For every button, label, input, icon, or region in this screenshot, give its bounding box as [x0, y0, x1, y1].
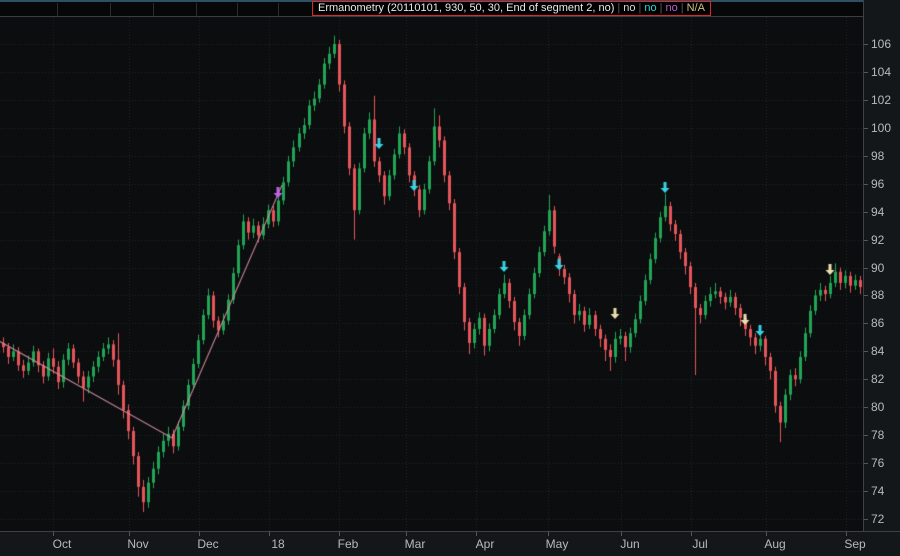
- time-axis-label: Jun: [613, 537, 647, 551]
- study-label-text: Ermanometry (20110101, 930, 50, 30, End …: [318, 2, 614, 14]
- time-axis-tick: [766, 532, 767, 536]
- time-axis-tick: [846, 532, 847, 536]
- price-axis-label: 88: [871, 288, 899, 302]
- time-axis-tick: [129, 532, 130, 536]
- price-axis-tick: [864, 100, 868, 101]
- study-value-separator: |: [635, 2, 644, 14]
- time-axis-label: Dec: [191, 537, 225, 551]
- price-axis-label: 72: [871, 512, 899, 526]
- price-axis-label: 92: [871, 233, 899, 247]
- price-axis-label: 100: [871, 121, 899, 135]
- time-axis-tick: [199, 532, 200, 536]
- toolbar-separator: [110, 3, 111, 16]
- study-value-separator: |: [678, 2, 687, 14]
- toolbar-separator: [153, 3, 154, 16]
- time-axis-tick: [476, 532, 477, 536]
- price-axis-label: 84: [871, 344, 899, 358]
- toolbar-separator: [237, 3, 238, 16]
- chart-plot-area[interactable]: [0, 17, 863, 531]
- price-axis-tick: [864, 463, 868, 464]
- study-value: no: [623, 2, 635, 14]
- time-axis-label: 18: [261, 537, 295, 551]
- toolbar-separator: [196, 3, 197, 16]
- price-axis-tick: [864, 407, 868, 408]
- price-axis-tick: [864, 72, 868, 73]
- time-axis-tick: [548, 532, 549, 536]
- price-axis-label: 86: [871, 316, 899, 330]
- price-axis-label: 102: [871, 93, 899, 107]
- time-axis-label: May: [540, 537, 574, 551]
- price-axis-tick: [864, 519, 868, 520]
- price-axis[interactable]: 106 104 102 100 98 96 94 92 90 88 86 84 82 80 78 76 74 72: [863, 0, 900, 531]
- price-axis-tick: [864, 128, 868, 129]
- price-axis-tick: [864, 184, 868, 185]
- time-axis-label: Mar: [398, 537, 432, 551]
- study-value: no: [644, 2, 656, 14]
- price-axis-tick: [864, 240, 868, 241]
- time-axis-tick: [621, 532, 622, 536]
- study-value: N/A: [687, 2, 705, 14]
- time-axis-label: Feb: [331, 537, 365, 551]
- time-axis-tick: [339, 532, 340, 536]
- time-axis-label: Oct: [45, 537, 79, 551]
- time-axis-label: Nov: [121, 537, 155, 551]
- price-axis-tick: [864, 435, 868, 436]
- price-axis-label: 104: [871, 65, 899, 79]
- price-axis-label: 82: [871, 372, 899, 386]
- price-axis-label: 106: [871, 37, 899, 51]
- price-axis-tick: [864, 44, 868, 45]
- price-axis-tick: [864, 351, 868, 352]
- price-axis-label: 78: [871, 428, 899, 442]
- price-axis-tick: [864, 491, 868, 492]
- time-axis-tick: [691, 532, 692, 536]
- price-axis-label: 74: [871, 484, 899, 498]
- price-chart-canvas[interactable]: [0, 17, 863, 531]
- study-value: no: [665, 2, 677, 14]
- time-axis-label: Apr: [468, 537, 502, 551]
- toolbar-separator: [57, 3, 58, 16]
- price-axis-tick: [864, 268, 868, 269]
- price-axis-tick: [864, 212, 868, 213]
- price-axis-label: 98: [871, 149, 899, 163]
- price-axis-label: 96: [871, 177, 899, 191]
- charting-app-window: Ermanometry (20110101, 930, 50, 30, End …: [0, 0, 900, 556]
- price-axis-label: 90: [871, 261, 899, 275]
- study-label[interactable]: Ermanometry (20110101, 930, 50, 30, End …: [312, 1, 711, 16]
- study-values: |no|no|no|N/A: [614, 2, 705, 14]
- time-axis-tick: [406, 532, 407, 536]
- price-axis-label: 80: [871, 400, 899, 414]
- price-axis-tick: [864, 379, 868, 380]
- price-axis-tick: [864, 156, 868, 157]
- time-axis-label: Jul: [683, 537, 717, 551]
- time-axis-label: Aug: [758, 537, 792, 551]
- time-axis-label: Sep: [838, 537, 872, 551]
- price-axis-label: 76: [871, 456, 899, 470]
- price-axis-label: 94: [871, 205, 899, 219]
- toolbar-separator: [278, 3, 279, 16]
- time-axis-tick: [53, 532, 54, 536]
- price-axis-tick: [864, 323, 868, 324]
- study-value-separator: |: [614, 2, 623, 14]
- price-axis-tick: [864, 295, 868, 296]
- time-axis-tick: [269, 532, 270, 536]
- time-axis[interactable]: Oct Nov Dec 18 Feb Mar Apr May Jun Jul Aug Sep: [0, 531, 900, 556]
